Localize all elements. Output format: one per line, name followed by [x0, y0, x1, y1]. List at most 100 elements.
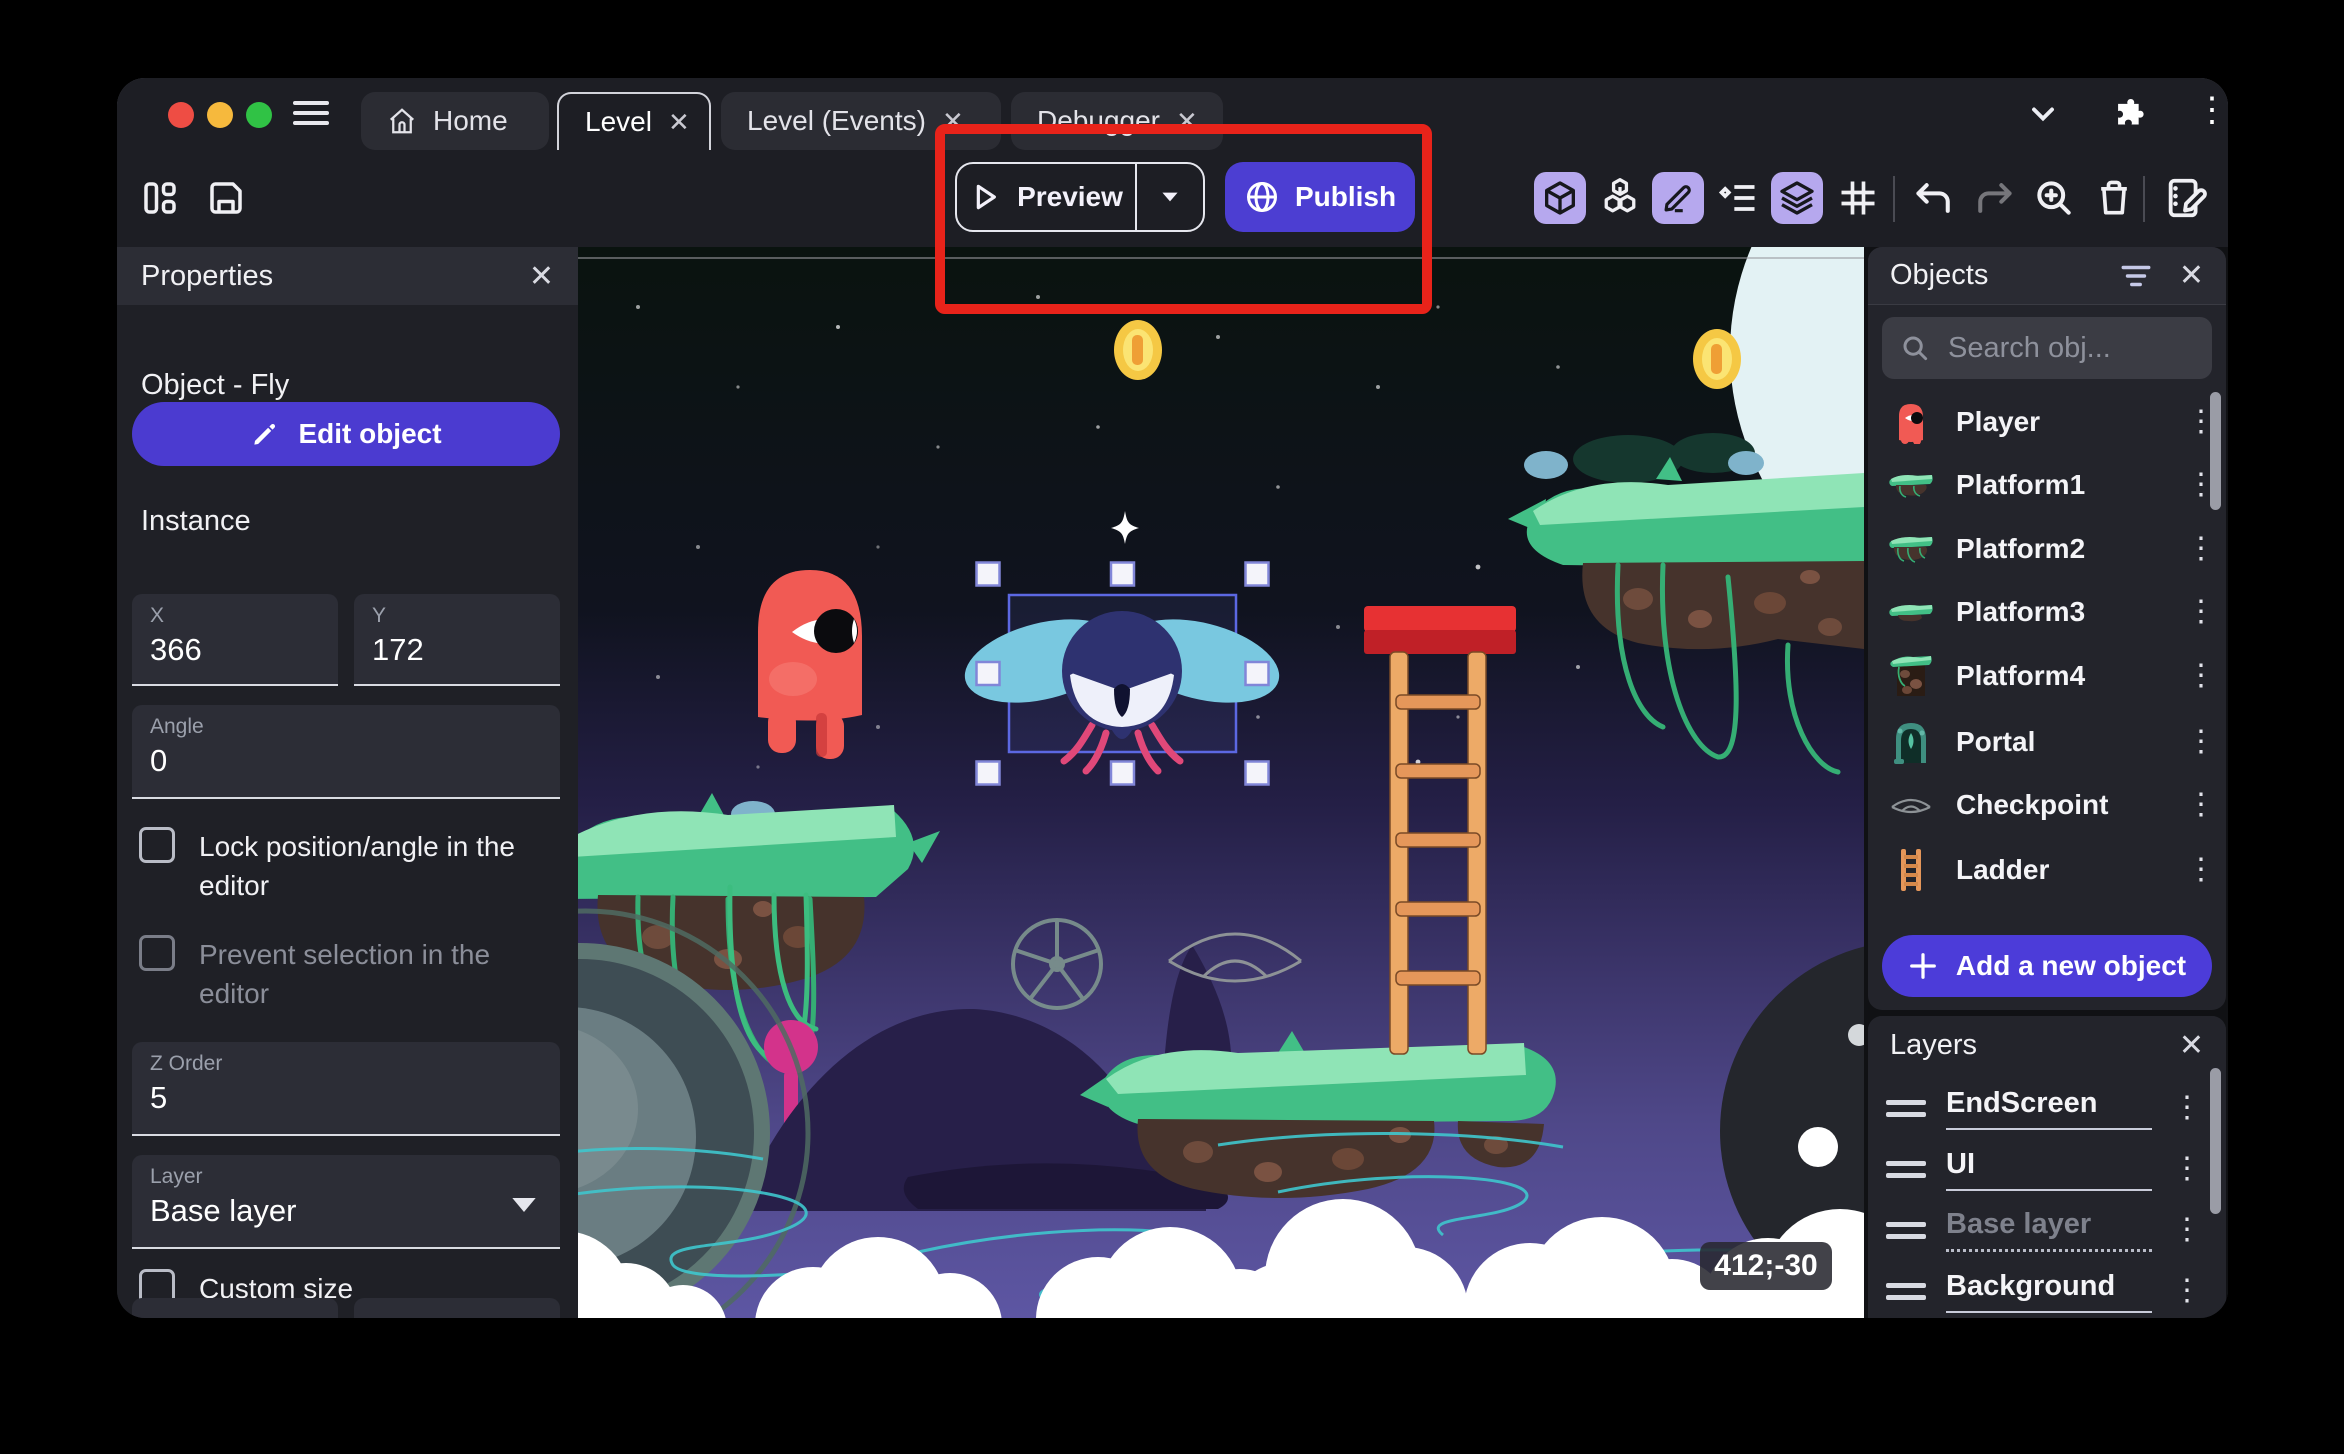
y-field-label: Y [372, 604, 387, 627]
layer-row-endscreen[interactable]: EndScreen ⋮ [1868, 1078, 2226, 1138]
tab-home[interactable]: Home [361, 92, 549, 150]
maximize-window-button[interactable] [246, 102, 272, 128]
edit-object-button[interactable]: Edit object [132, 402, 560, 466]
kebab-menu-icon[interactable]: ⋮ [2195, 90, 2228, 130]
grid-icon[interactable] [1829, 169, 1887, 227]
layer-row-ui[interactable]: UI ⋮ [1868, 1139, 2226, 1199]
object-menu-icon[interactable]: ⋮ [2186, 534, 2216, 564]
layer-name[interactable]: Background [1946, 1270, 2152, 1313]
edit-pencil-icon[interactable] [1652, 172, 1704, 224]
add-new-object-button[interactable]: Add a new object [1882, 935, 2212, 997]
layer-menu-icon[interactable]: ⋮ [2172, 1215, 2202, 1245]
object-item-portal[interactable]: Portal ⋮ [1868, 711, 2226, 773]
height-field-partial[interactable] [354, 1298, 560, 1318]
chevron-down-icon[interactable] [2025, 96, 2061, 132]
close-window-button[interactable] [168, 102, 194, 128]
tab-level-events[interactable]: Level (Events) ✕ [721, 92, 1001, 150]
main-menu-icon[interactable] [293, 95, 329, 131]
checkbox[interactable] [139, 935, 175, 971]
minimize-window-button[interactable] [207, 102, 233, 128]
save-icon[interactable] [197, 169, 255, 227]
plus-icon [1910, 953, 1936, 979]
publish-button[interactable]: Publish [1225, 162, 1415, 232]
filter-icon[interactable] [2119, 261, 2153, 291]
object-item-platform2[interactable]: Platform2 ⋮ [1868, 518, 2226, 580]
layers-icon[interactable] [1771, 172, 1823, 224]
object-item-platform3[interactable]: Platform3 ⋮ [1868, 581, 2226, 643]
layer-select-label: Layer [150, 1165, 203, 1188]
x-field[interactable]: X 366 [132, 594, 338, 686]
close-tab-icon[interactable]: ✕ [942, 106, 964, 137]
editor-content: Properties ✕ Object - Fly Edit object In… [117, 247, 2228, 1318]
3d-view-icon[interactable] [1534, 172, 1586, 224]
layer-menu-icon[interactable]: ⋮ [2172, 1093, 2202, 1123]
preview-label: Preview [1017, 181, 1123, 212]
object-item-platform1[interactable]: Platform1 ⋮ [1868, 454, 2226, 516]
scene-artwork [578, 247, 1864, 1318]
layer-name[interactable]: Base layer [1946, 1208, 2152, 1252]
angle-field-value: 0 [150, 743, 168, 778]
coin[interactable] [1114, 320, 1162, 380]
object-menu-icon[interactable]: ⋮ [2186, 790, 2216, 820]
toolbar: Preview Publish [117, 124, 2228, 314]
close-panel-icon[interactable]: ✕ [2179, 1028, 2204, 1063]
object-item-checkpoint[interactable]: Checkpoint ⋮ [1868, 774, 2226, 836]
drag-handle-icon[interactable] [1886, 1093, 1926, 1124]
prevent-selection-checkbox-row[interactable]: Prevent selection in the editor [139, 935, 549, 1013]
width-field-partial[interactable] [132, 1298, 338, 1318]
layer-name[interactable]: EndScreen [1946, 1087, 2152, 1130]
layer-name[interactable]: UI [1946, 1148, 2152, 1191]
layer-menu-icon[interactable]: ⋮ [2172, 1276, 2202, 1306]
properties-title: Properties [141, 259, 274, 292]
drag-handle-icon[interactable] [1886, 1215, 1926, 1246]
object-menu-icon[interactable]: ⋮ [2186, 661, 2216, 691]
y-field[interactable]: Y 172 [354, 594, 560, 686]
lock-position-label: Lock position/angle in the editor [199, 831, 515, 901]
object-menu-icon[interactable]: ⋮ [2186, 470, 2216, 500]
drag-handle-icon[interactable] [1886, 1276, 1926, 1307]
checkbox[interactable] [139, 827, 175, 863]
object-menu-icon[interactable]: ⋮ [2186, 727, 2216, 757]
zoom-in-icon[interactable] [2025, 169, 2083, 227]
preview-button[interactable]: Preview [955, 162, 1205, 232]
tab-debugger[interactable]: Debugger ✕ [1011, 92, 1223, 150]
close-panel-icon[interactable]: ✕ [2179, 258, 2204, 293]
objects-scrollbar[interactable] [2210, 392, 2221, 510]
close-panel-icon[interactable]: ✕ [529, 259, 554, 294]
tab-level[interactable]: Level ✕ [557, 92, 711, 150]
layers-scrollbar[interactable] [2210, 1068, 2221, 1214]
drag-handle-icon[interactable] [1886, 1154, 1926, 1185]
layer-menu-icon[interactable]: ⋮ [2172, 1154, 2202, 1184]
preview-dropdown-arrow[interactable] [1135, 164, 1203, 230]
angle-field[interactable]: Angle 0 [132, 705, 560, 799]
properties-panel-header: Properties ✕ [117, 247, 578, 305]
extensions-puzzle-icon[interactable] [2107, 96, 2145, 134]
layer-row-background[interactable]: Background ⋮ [1868, 1261, 2226, 1318]
object-item-ladder[interactable]: Ladder ⋮ [1868, 839, 2226, 901]
redo-icon[interactable] [1965, 169, 2023, 227]
objects-cubes-icon[interactable] [1591, 169, 1649, 227]
object-item-player[interactable]: Player ⋮ [1868, 391, 2226, 453]
object-menu-icon[interactable]: ⋮ [2186, 597, 2216, 627]
coin[interactable] [1693, 329, 1741, 389]
layer-select[interactable]: Layer Base layer [132, 1155, 560, 1249]
preview-button-main[interactable]: Preview [957, 164, 1135, 230]
objects-search-box[interactable] [1882, 317, 2212, 379]
instances-list-icon[interactable] [1709, 169, 1767, 227]
scene-properties-icon[interactable] [2157, 169, 2215, 227]
scene-canvas[interactable]: 412;-30 [578, 247, 1864, 1318]
angle-field-label: Angle [150, 715, 204, 738]
layer-row-base-layer[interactable]: Base layer ⋮ [1868, 1200, 2226, 1260]
object-menu-icon[interactable]: ⋮ [2186, 407, 2216, 437]
close-tab-icon[interactable]: ✕ [668, 107, 690, 138]
search-input[interactable] [1946, 330, 2180, 366]
object-menu-icon[interactable]: ⋮ [2186, 855, 2216, 885]
object-item-platform4[interactable]: Platform4 ⋮ [1868, 645, 2226, 707]
toggle-panels-icon[interactable] [131, 169, 189, 227]
tab-label: Level (Events) [747, 105, 926, 136]
trash-icon[interactable] [2085, 169, 2143, 227]
lock-position-checkbox-row[interactable]: Lock position/angle in the editor [139, 827, 549, 905]
z-order-field[interactable]: Z Order 5 [132, 1042, 560, 1136]
close-tab-icon[interactable]: ✕ [1176, 106, 1198, 137]
undo-icon[interactable] [1905, 169, 1963, 227]
